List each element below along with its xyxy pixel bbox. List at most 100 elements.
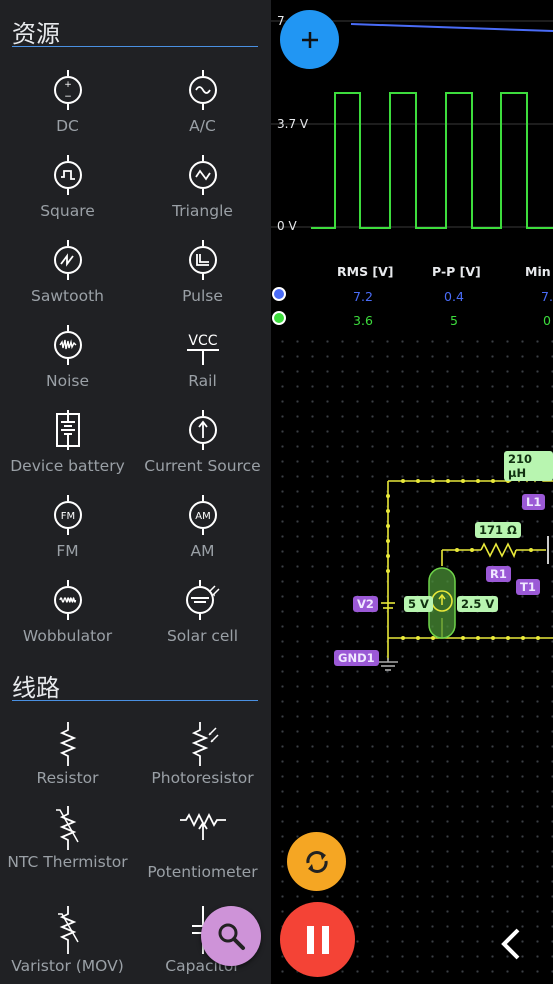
component-square[interactable]: Square	[0, 155, 135, 221]
ntc-thermistor-icon	[55, 806, 79, 850]
component-fm[interactable]: FM FM	[0, 495, 135, 561]
component-rail[interactable]: VCC Rail	[135, 325, 270, 391]
dc-source-icon: + −	[53, 70, 82, 110]
svg-text:+: +	[64, 80, 72, 90]
ground-name-tag[interactable]: GND1	[334, 650, 379, 666]
channel-2-indicator[interactable]	[272, 311, 286, 325]
resistor-name-tag[interactable]: R1	[486, 566, 511, 582]
fm-source-icon: FM	[53, 495, 82, 535]
component-noise[interactable]: Noise	[0, 325, 135, 391]
component-ntc-thermistor[interactable]: NTC Thermistor	[0, 806, 135, 872]
ch1-rms: 7.2	[353, 289, 373, 304]
component-label: Potentiometer	[147, 863, 258, 881]
plus-icon	[301, 31, 318, 48]
component-photoresistor[interactable]: Photoresistor	[135, 722, 270, 788]
channel-1-indicator[interactable]	[272, 287, 286, 301]
search-components-button[interactable]	[201, 906, 261, 966]
source-amplitude-tag[interactable]: 5 V	[404, 596, 433, 612]
ch2-pp: 5	[450, 313, 458, 328]
sources-divider	[12, 46, 258, 47]
photoresistor-icon	[191, 722, 219, 766]
rail-icon-text: VCC	[188, 333, 217, 349]
component-dc[interactable]: + − DC	[0, 70, 135, 136]
rail-icon: VCC	[186, 333, 219, 365]
component-label: Solar cell	[166, 627, 239, 645]
circuits-section-title: 线路	[12, 674, 60, 702]
current-source-icon	[188, 410, 217, 450]
svg-text:−: −	[64, 92, 72, 102]
reset-simulation-button[interactable]	[287, 832, 346, 891]
component-label: Pulse	[182, 287, 223, 305]
component-am[interactable]: AM AM	[135, 495, 270, 561]
ch1-pp: 0.4	[444, 289, 464, 304]
inductor-name-tag[interactable]: L1	[522, 494, 546, 510]
component-sawtooth[interactable]: Sawtooth	[0, 240, 135, 306]
component-triangle[interactable]: Triangle	[135, 155, 270, 221]
component-label: Current Source	[144, 457, 261, 475]
source-offset-tag[interactable]: 2.5 V	[457, 596, 499, 612]
potentiometer-icon	[179, 812, 226, 840]
component-varistor[interactable]: Varistor (MOV)	[0, 906, 135, 976]
component-pulse[interactable]: Pulse	[135, 240, 270, 306]
ground-symbol[interactable]	[378, 658, 398, 671]
resistor-icon	[59, 722, 76, 766]
component-label: Device battery	[10, 457, 125, 475]
component-label: Resistor	[36, 769, 99, 787]
wobbulator-icon	[53, 580, 82, 620]
chevron-left-icon	[501, 928, 520, 960]
component-label: DC	[56, 117, 79, 135]
transistor-name-tag[interactable]: T1	[516, 579, 540, 595]
solar-cell-icon	[185, 580, 220, 620]
component-label: FM	[56, 542, 79, 560]
am-source-icon: AM	[188, 495, 217, 535]
resistor-value-tag[interactable]: 171 Ω	[475, 522, 521, 538]
component-label: Wobbulator	[22, 627, 113, 645]
battery-icon	[55, 410, 80, 450]
y-axis-mid-label: 3.7 V	[277, 117, 309, 131]
ac-source-icon	[188, 70, 217, 110]
component-ac[interactable]: A/C	[135, 70, 270, 136]
component-label: Rail	[188, 372, 217, 390]
ch2-min: 0	[543, 313, 551, 328]
square-source-icon	[53, 155, 82, 195]
component-resistor[interactable]: Resistor	[0, 722, 135, 788]
circuits-divider	[12, 700, 258, 701]
fm-icon-text: FM	[60, 511, 74, 522]
source-name-tag[interactable]: V2	[353, 596, 378, 612]
trace-blue	[350, 23, 553, 32]
component-label: Sawtooth	[31, 287, 104, 305]
refresh-icon	[305, 850, 328, 873]
component-label: Photoresistor	[151, 769, 254, 787]
triangle-source-icon	[188, 155, 217, 195]
inductor-value-tag[interactable]: 210 µH	[504, 451, 553, 481]
add-component-button[interactable]	[280, 10, 339, 69]
component-label: Square	[40, 202, 95, 220]
component-solar-cell[interactable]: Solar cell	[135, 580, 270, 646]
pulse-source-icon	[188, 240, 217, 280]
noise-source-icon	[53, 325, 82, 365]
sawtooth-source-icon	[53, 240, 82, 280]
component-label: A/C	[189, 117, 216, 135]
component-device-battery[interactable]: Device battery	[0, 410, 135, 476]
pause-icon	[306, 925, 329, 954]
ch1-min: 7.	[541, 289, 553, 304]
min-header: Min [	[525, 264, 553, 279]
component-label: NTC Thermistor	[7, 853, 128, 871]
component-panel: 资源 + − DC A/C Square Triangle Sawtooth P…	[0, 0, 271, 984]
resistor-r1[interactable]	[480, 542, 517, 559]
sources-section-title: 资源	[12, 20, 60, 48]
y-axis-zero-label: 0 V	[277, 219, 297, 233]
component-label: Noise	[46, 372, 89, 390]
component-label: Triangle	[172, 202, 233, 220]
component-label: AM	[190, 542, 215, 560]
component-current-source[interactable]: Current Source	[135, 410, 270, 476]
rms-header: RMS [V]	[337, 264, 394, 279]
component-potentiometer[interactable]: Potentiometer	[135, 806, 270, 882]
component-wobbulator[interactable]: Wobbulator	[0, 580, 135, 646]
collapse-panel-button[interactable]	[492, 924, 532, 964]
component-label: Varistor (MOV)	[11, 957, 124, 975]
pp-header: P-P [V]	[432, 264, 481, 279]
varistor-icon	[57, 906, 79, 954]
trace-green	[311, 92, 553, 229]
pause-simulation-button[interactable]	[280, 902, 355, 977]
